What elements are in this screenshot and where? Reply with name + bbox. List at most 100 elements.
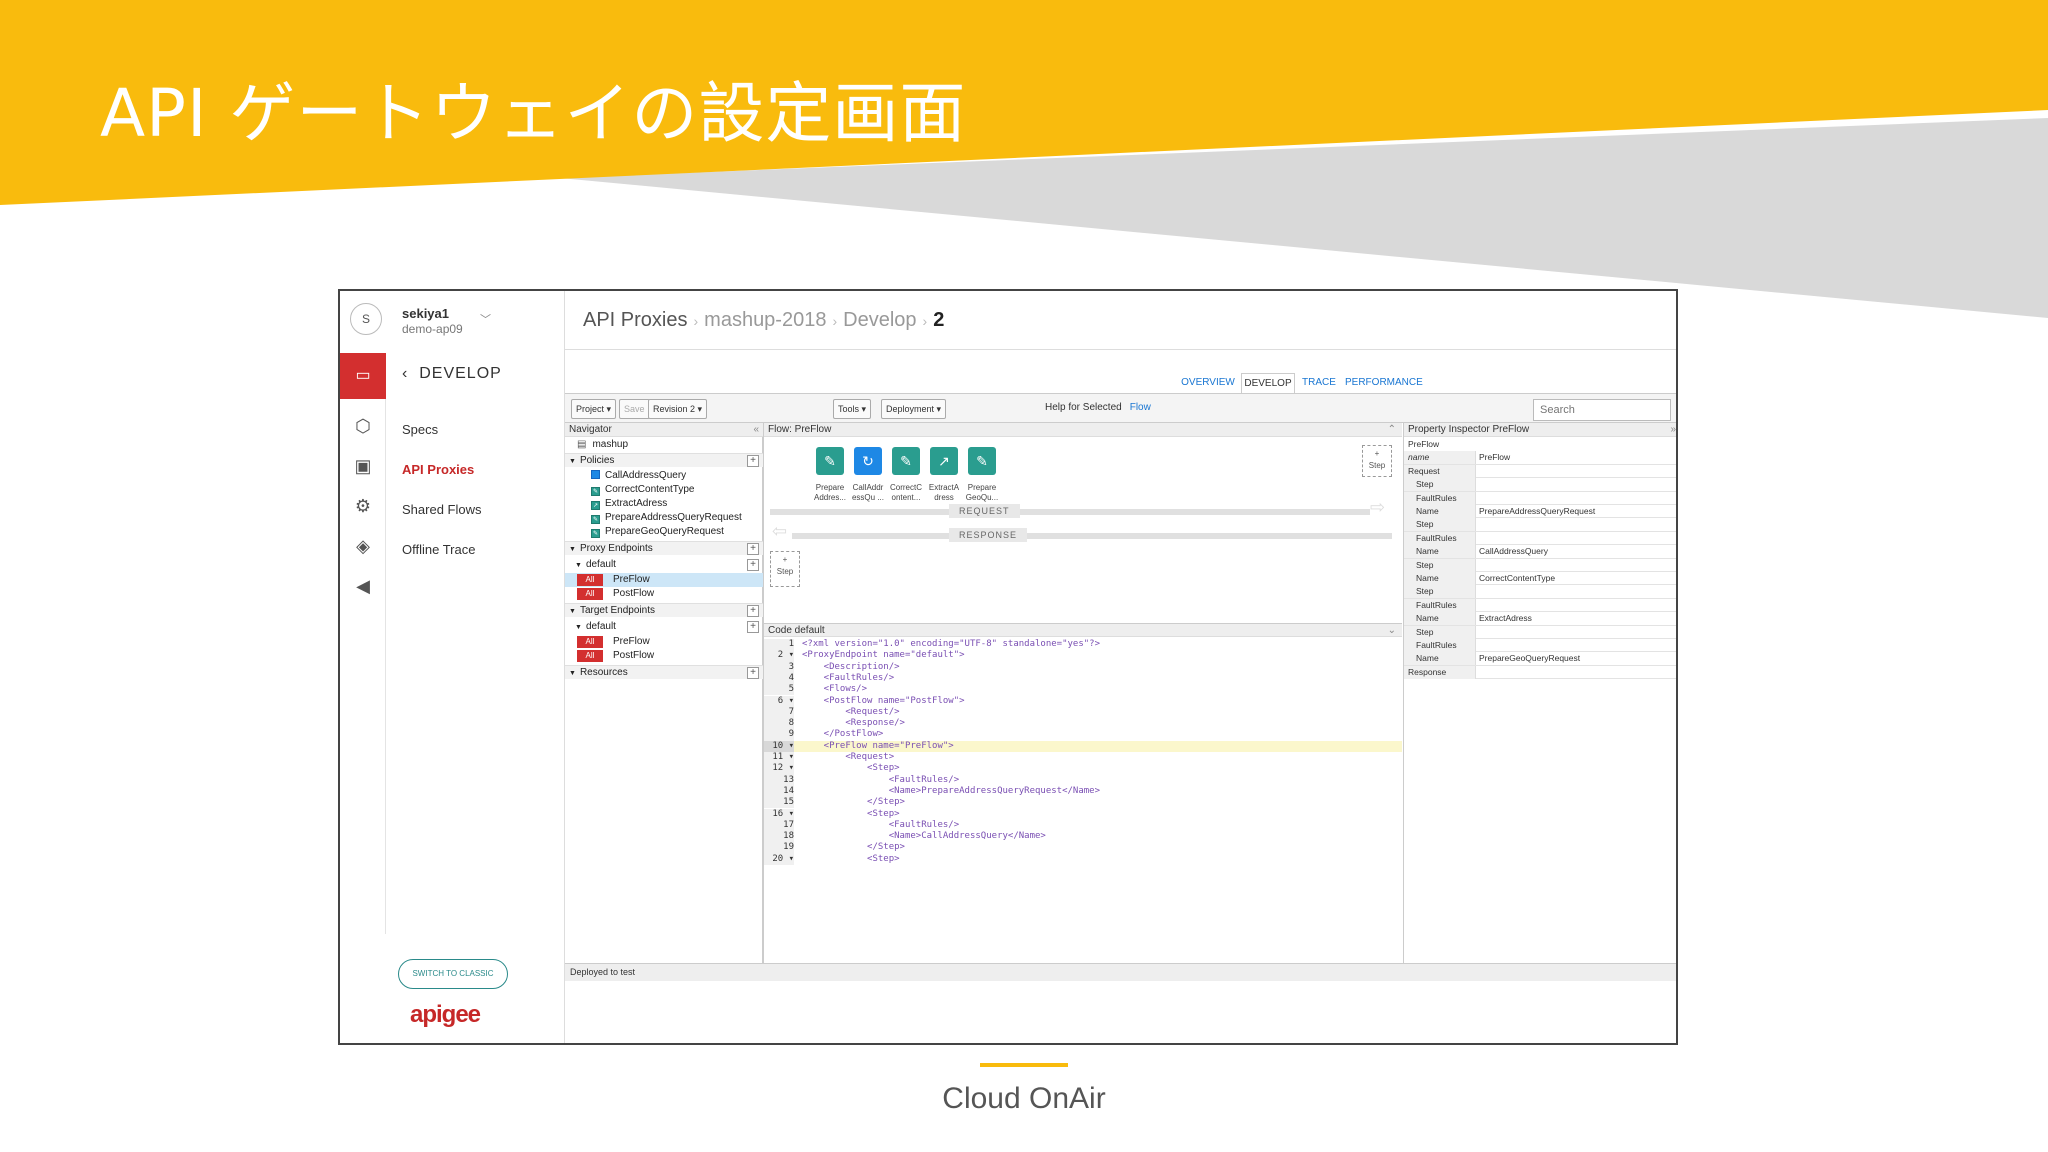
breadcrumb-develop[interactable]: Develop bbox=[843, 309, 916, 331]
code-line[interactable]: 10 ▾ <PreFlow name="PreFlow"> bbox=[764, 740, 1402, 752]
search-input[interactable] bbox=[1533, 399, 1671, 421]
project-button[interactable]: Project ▾ bbox=[571, 399, 617, 419]
chevron-down-icon[interactable]: ﹀ bbox=[480, 311, 491, 327]
nav-target-preflow[interactable]: All PreFlow bbox=[565, 635, 763, 649]
inspector-row[interactable]: Step bbox=[1404, 585, 1676, 599]
code-line[interactable]: 13 <FaultRules/> bbox=[764, 774, 1402, 786]
inspector-row[interactable]: Step bbox=[1404, 478, 1676, 492]
extract-variables-icon[interactable]: ↗ bbox=[930, 447, 958, 475]
inspector-value[interactable]: PrepareAddressQueryRequest bbox=[1477, 505, 1595, 518]
tab-performance[interactable]: PERFORMANCE bbox=[1345, 373, 1423, 393]
assign-message-icon[interactable]: ✎ bbox=[816, 447, 844, 475]
inspector-row[interactable]: FaultRules bbox=[1404, 598, 1676, 613]
add-request-step-button[interactable]: + Step bbox=[1362, 445, 1392, 477]
nav-policy-item[interactable]: ↗ ExtractAdress bbox=[565, 497, 763, 511]
add-flow-icon[interactable]: + bbox=[747, 559, 759, 571]
tab-overview[interactable]: OVERVIEW bbox=[1181, 373, 1235, 393]
nav-proxy-postflow[interactable]: All PostFlow bbox=[565, 587, 763, 601]
assign-message-icon[interactable]: ✎ bbox=[892, 447, 920, 475]
code-line[interactable]: 16 ▾ <Step> bbox=[764, 808, 1402, 820]
inspector-row[interactable]: FaultRules bbox=[1404, 531, 1676, 546]
inspector-row[interactable]: name PreFlow bbox=[1404, 451, 1676, 465]
deployment-button[interactable]: Deployment ▾ bbox=[881, 399, 947, 419]
inspector-value[interactable]: CorrectContentType bbox=[1477, 572, 1555, 585]
sidebar-item-offline-trace[interactable]: Offline Trace bbox=[402, 542, 475, 557]
tab-develop[interactable]: DEVELOP bbox=[1241, 373, 1295, 393]
nav-root[interactable]: ▤ mashup bbox=[565, 438, 763, 452]
code-line[interactable]: 6 ▾ <PostFlow name="PostFlow"> bbox=[764, 695, 1402, 707]
code-line[interactable]: 2 ▾ <ProxyEndpoint name="default"> bbox=[764, 650, 1402, 662]
inspector-row[interactable]: Step bbox=[1404, 518, 1676, 532]
inspector-value[interactable]: PrepareGeoQueryRequest bbox=[1477, 652, 1580, 665]
develop-back-link[interactable]: ‹ DEVELOP bbox=[402, 365, 502, 383]
code-line[interactable]: 1 <?xml version="1.0" encoding="UTF-8" st… bbox=[764, 639, 1402, 651]
code-line[interactable]: 3 <Description/> bbox=[764, 661, 1402, 673]
revision-button[interactable]: Revision 2 ▾ bbox=[648, 399, 708, 419]
assign-message-icon[interactable]: ✎ bbox=[968, 447, 996, 475]
nav-policy-item[interactable]: ✎ PrepareGeoQueryRequest bbox=[565, 525, 763, 539]
sidebar-item-specs[interactable]: Specs bbox=[402, 422, 438, 437]
code-line[interactable]: 18 <Name>CallAddressQuery</Name> bbox=[764, 831, 1402, 843]
user-org[interactable]: demo-ap09 bbox=[402, 322, 463, 336]
code-line[interactable]: 5 <Flows/> bbox=[764, 684, 1402, 696]
inspector-value[interactable]: CallAddressQuery bbox=[1477, 545, 1548, 558]
collapse-right-icon[interactable]: » bbox=[1670, 423, 1676, 437]
nav-policies-section[interactable]: ▼ Policies + bbox=[565, 453, 763, 467]
sidebar-item-shared-flows[interactable]: Shared Flows bbox=[402, 502, 481, 517]
code-line[interactable]: 11 ▾ <Request> bbox=[764, 752, 1402, 764]
add-proxy-endpoint-icon[interactable]: + bbox=[747, 543, 759, 555]
code-line[interactable]: 14 <Name>PrepareAddressQueryRequest</Nam… bbox=[764, 785, 1402, 798]
code-line[interactable]: 19 </Step> bbox=[764, 842, 1402, 854]
inspector-row[interactable]: Name ExtractAdress bbox=[1404, 612, 1676, 626]
breadcrumb-proxy[interactable]: mashup-2018 bbox=[704, 309, 826, 331]
nav-target-default[interactable]: ▼ default + bbox=[565, 620, 763, 634]
add-resource-icon[interactable]: + bbox=[747, 667, 759, 679]
inspector-row[interactable]: Request bbox=[1404, 464, 1676, 479]
nav-policy-item[interactable]: CallAddressQuery bbox=[565, 469, 763, 483]
inspector-value[interactable]: PreFlow bbox=[1477, 451, 1510, 464]
inspector-row[interactable]: Name PrepareGeoQueryRequest bbox=[1404, 652, 1676, 666]
save-button[interactable]: Save bbox=[619, 399, 650, 419]
avatar[interactable]: S bbox=[350, 303, 382, 335]
code-line[interactable]: 17 <FaultRules/> bbox=[764, 819, 1402, 832]
user-name[interactable]: sekiya1 bbox=[402, 306, 449, 321]
nav-resources-section[interactable]: ▼ Resources + bbox=[565, 665, 763, 679]
nav-policy-item[interactable]: ✎ PrepareAddressQueryRequest bbox=[565, 511, 763, 525]
nav-proxy-endpoints-section[interactable]: ▼ Proxy Endpoints + bbox=[565, 541, 763, 555]
collapse-down-icon[interactable]: ⌄ bbox=[1388, 624, 1396, 638]
megaphone-icon[interactable]: ◀ bbox=[350, 576, 376, 602]
collapse-up-icon[interactable]: ⌃ bbox=[1388, 423, 1396, 437]
inspector-row[interactable]: Name CorrectContentType bbox=[1404, 572, 1676, 586]
add-response-step-button[interactable]: + Step bbox=[770, 551, 800, 587]
code-line[interactable]: 8 <Response/> bbox=[764, 718, 1402, 730]
inspector-row[interactable]: PreFlow bbox=[1404, 438, 1676, 452]
collapse-left-icon[interactable]: « bbox=[753, 423, 759, 437]
inspector-row[interactable]: Name PrepareAddressQueryRequest bbox=[1404, 505, 1676, 519]
code-line[interactable]: 7 <Request/> bbox=[764, 706, 1402, 719]
breadcrumb-api-proxies[interactable]: API Proxies bbox=[583, 309, 687, 331]
code-line[interactable]: 12 ▾ <Step> bbox=[764, 763, 1402, 775]
nav-target-endpoints-section[interactable]: ▼ Target Endpoints + bbox=[565, 603, 763, 617]
service-callout-icon[interactable]: ↻ bbox=[854, 447, 882, 475]
nav-proxy-preflow[interactable]: All PreFlow bbox=[565, 573, 763, 587]
code-line[interactable]: 20 ▾ <Step> bbox=[764, 853, 1402, 865]
sidebar-item-api-proxies[interactable]: API Proxies bbox=[402, 462, 474, 477]
code-line[interactable]: 4 <FaultRules/> bbox=[764, 672, 1402, 685]
switch-to-classic-button[interactable]: SWITCH TO CLASSIC bbox=[398, 959, 508, 989]
nav-policy-item[interactable]: ✎ CorrectContentType bbox=[565, 483, 763, 497]
nav-target-postflow[interactable]: All PostFlow bbox=[565, 649, 763, 663]
terminal-icon[interactable]: ▭ bbox=[340, 353, 386, 399]
add-flow-icon[interactable]: + bbox=[747, 621, 759, 633]
inspector-row[interactable]: Name CallAddressQuery bbox=[1404, 545, 1676, 559]
add-target-endpoint-icon[interactable]: + bbox=[747, 605, 759, 617]
nav-proxy-default[interactable]: ▼ default + bbox=[565, 558, 763, 572]
inspector-row[interactable]: FaultRules bbox=[1404, 639, 1676, 653]
inspector-row[interactable]: Step bbox=[1404, 558, 1676, 572]
inspector-row[interactable]: Step bbox=[1404, 625, 1676, 639]
inspector-row[interactable]: FaultRules bbox=[1404, 491, 1676, 505]
tab-trace[interactable]: TRACE bbox=[1301, 373, 1337, 393]
inspector-value[interactable]: ExtractAdress bbox=[1477, 612, 1532, 625]
code-line[interactable]: 9 </PostFlow> bbox=[764, 729, 1402, 741]
add-policy-icon[interactable]: + bbox=[747, 455, 759, 467]
inspector-row[interactable]: Response bbox=[1404, 665, 1676, 680]
